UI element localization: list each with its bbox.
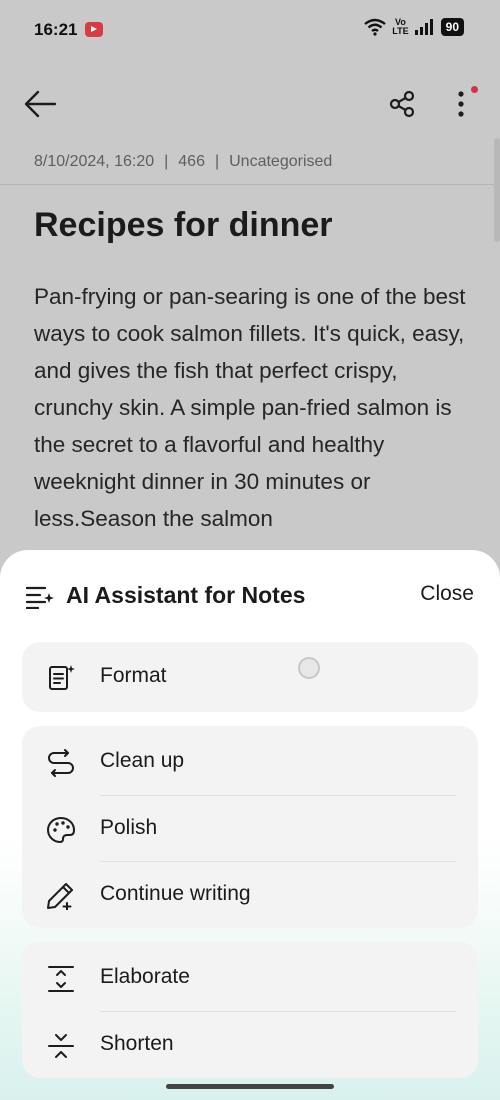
status-bar: 16:21 Vo LTE 90	[0, 0, 500, 60]
format-group: Format	[22, 642, 478, 712]
polish-option[interactable]: Polish	[22, 796, 478, 862]
notification-dot	[471, 86, 478, 93]
option-label: Format	[100, 664, 167, 687]
signal-icon	[414, 19, 433, 35]
close-button[interactable]: Close	[420, 582, 474, 606]
volte-icon: Vo LTE	[392, 17, 409, 36]
note-body[interactable]: Pan-frying or pan-searing is one of the …	[34, 278, 474, 537]
status-time: 16:21	[34, 20, 78, 39]
note-metadata: 8/10/2024, 16:20 | 466 | Uncategorised	[34, 153, 333, 170]
collapse-icon	[48, 1034, 74, 1058]
ai-menu-icon	[26, 586, 54, 609]
scrollbar[interactable]	[494, 138, 500, 242]
sheet-header: AI Assistant for Notes Close	[0, 550, 500, 640]
more-options-button[interactable]	[448, 86, 474, 122]
palette-icon	[46, 816, 76, 844]
format-icon	[49, 665, 75, 690]
option-label: Shorten	[100, 1032, 174, 1055]
home-indicator[interactable]	[166, 1084, 334, 1089]
battery-indicator: 90	[440, 18, 464, 36]
status-icons: Vo LTE 90	[364, 18, 464, 36]
header-divider	[0, 184, 500, 185]
format-option[interactable]: Format	[22, 644, 478, 710]
screen-record-icon	[85, 22, 103, 37]
note-toolbar	[0, 70, 500, 140]
option-label: Polish	[100, 816, 158, 839]
shorten-option[interactable]: Shorten	[22, 1012, 478, 1078]
note-title[interactable]: Recipes for dinner	[34, 206, 333, 245]
share-button[interactable]	[384, 86, 420, 122]
clean-up-icon	[48, 749, 74, 777]
back-arrow-icon	[24, 90, 57, 118]
note-category[interactable]: Uncategorised	[229, 153, 332, 170]
option-label: Clean up	[100, 749, 185, 772]
rewrite-group: Clean up Polish Continue writing	[22, 726, 478, 928]
note-word-count: 466	[178, 153, 205, 170]
length-group: Elaborate Shorten	[22, 942, 478, 1078]
pen-plus-icon	[47, 883, 73, 910]
option-label: Elaborate	[100, 965, 190, 988]
note-date: 8/10/2024, 16:20	[34, 153, 155, 170]
back-button[interactable]	[20, 84, 60, 124]
touch-indicator	[298, 657, 320, 679]
expand-icon	[48, 966, 74, 992]
wifi-icon	[364, 18, 387, 36]
ai-assistant-sheet: AI Assistant for Notes Close Format Clea…	[0, 550, 500, 1100]
clean-up-option[interactable]: Clean up	[22, 729, 478, 795]
option-label: Continue writing	[100, 882, 251, 905]
more-vertical-icon	[458, 91, 464, 117]
share-icon	[389, 90, 415, 118]
sheet-title: AI Assistant for Notes	[66, 582, 306, 608]
continue-writing-option[interactable]: Continue writing	[22, 862, 478, 928]
elaborate-option[interactable]: Elaborate	[22, 945, 478, 1011]
